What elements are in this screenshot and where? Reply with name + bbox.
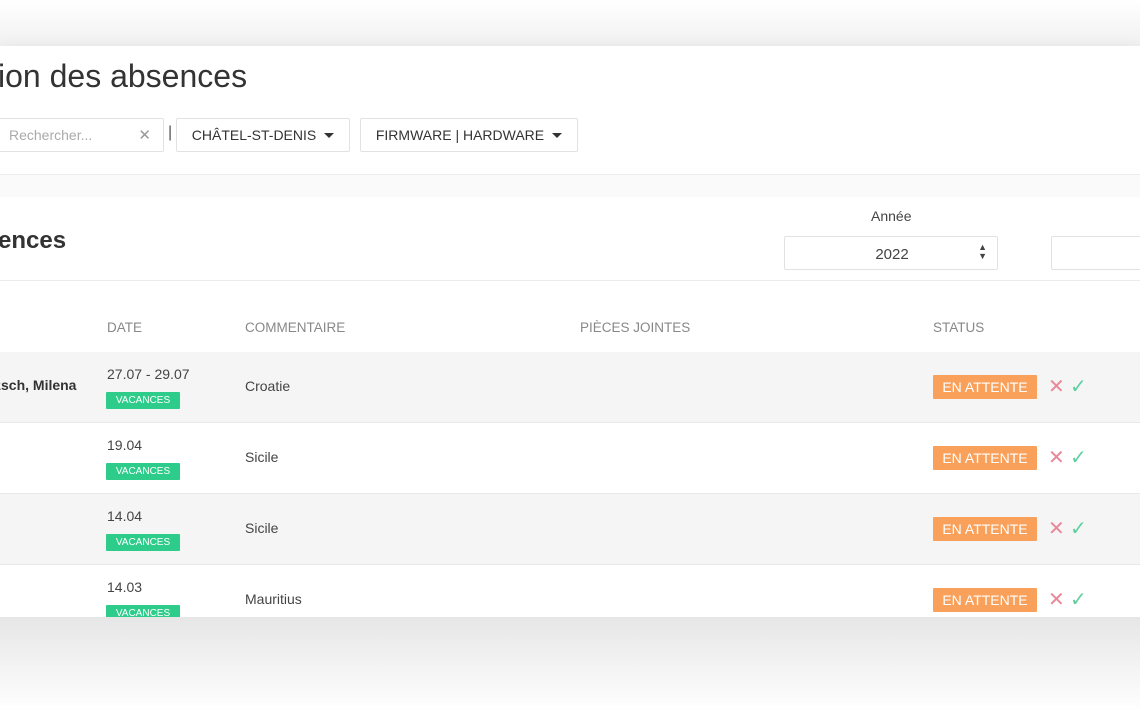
column-header-status: STATUS <box>933 320 985 335</box>
location-filter-label: CHÂTEL-ST-DENIS <box>191 127 317 143</box>
close-icon[interactable]: ✕ <box>1048 374 1065 399</box>
column-header-date: DATE <box>107 320 143 335</box>
year-label: Année <box>871 208 912 224</box>
absence-type-badge: VACANCES <box>106 392 180 409</box>
absence-date: 27.07 - 29.07 <box>107 366 190 382</box>
absence-comment: Sicile <box>245 520 279 536</box>
status-badge: EN ATTENTE <box>933 375 1037 399</box>
location-filter-button[interactable]: CHÂTEL-ST-DENIS <box>176 118 350 152</box>
table-row: 14.04 VACANCES Sicile EN ATTENTE ✕ ✓ <box>0 494 1140 565</box>
absences-panel: ion des absences ✕ | CHÂTEL-ST-DENIS FIR… <box>0 46 1140 617</box>
toolbar-separator: | <box>168 124 173 141</box>
check-icon[interactable]: ✓ <box>1070 374 1087 399</box>
absence-comment: Sicile <box>245 449 279 465</box>
check-icon[interactable]: ✓ <box>1070 516 1087 541</box>
search-box: ✕ <box>0 118 164 152</box>
close-icon[interactable]: ✕ <box>138 126 151 144</box>
absence-type-badge: VACANCES <box>106 463 180 480</box>
close-icon[interactable]: ✕ <box>1048 445 1065 470</box>
year-value: 2022 <box>875 246 909 263</box>
section-title: ences <box>0 227 67 254</box>
table-row: 14.03 VACANCES Mauritius EN ATTENTE ✕ ✓ <box>0 565 1140 617</box>
year-select[interactable]: 2022 ▲ ▼ <box>784 236 998 270</box>
backdrop-top <box>0 0 1140 46</box>
absence-type-badge: VACANCES <box>106 605 180 617</box>
page-title: ion des absences <box>0 58 248 94</box>
close-icon[interactable]: ✕ <box>1048 587 1065 612</box>
section-gap <box>0 175 1140 197</box>
department-filter-button[interactable]: FIRMWARE | HARDWARE <box>360 118 578 152</box>
updown-arrows-icon: ▲ ▼ <box>978 242 987 261</box>
absence-date: 19.04 <box>107 437 143 453</box>
caret-down-icon <box>552 132 563 138</box>
search-input[interactable] <box>9 119 137 151</box>
divider <box>0 280 1140 281</box>
absence-type-badge: VACANCES <box>106 534 180 551</box>
absence-date: 14.04 <box>107 508 143 524</box>
absence-comment: Mauritius <box>245 591 302 607</box>
status-badge: EN ATTENTE <box>933 588 1037 612</box>
secondary-select[interactable] <box>1051 236 1140 270</box>
status-badge: EN ATTENTE <box>933 446 1037 470</box>
table-row: zsch, Milena 27.07 - 29.07 VACANCES Croa… <box>0 352 1140 423</box>
column-header-comment: COMMENTAIRE <box>245 320 346 335</box>
caret-down-icon <box>324 132 335 138</box>
close-icon[interactable]: ✕ <box>1048 516 1065 541</box>
column-header-attachments: PIÈCES JOINTES <box>580 320 691 335</box>
backdrop-bottom <box>0 617 1140 712</box>
status-badge: EN ATTENTE <box>933 517 1037 541</box>
employee-name: zsch, Milena <box>0 377 77 393</box>
check-icon[interactable]: ✓ <box>1070 587 1087 612</box>
absence-comment: Croatie <box>245 378 291 394</box>
absence-date: 14.03 <box>107 579 143 595</box>
department-filter-label: FIRMWARE | HARDWARE <box>375 127 545 143</box>
check-icon[interactable]: ✓ <box>1070 445 1087 470</box>
table-row: 19.04 VACANCES Sicile EN ATTENTE ✕ ✓ <box>0 423 1140 494</box>
